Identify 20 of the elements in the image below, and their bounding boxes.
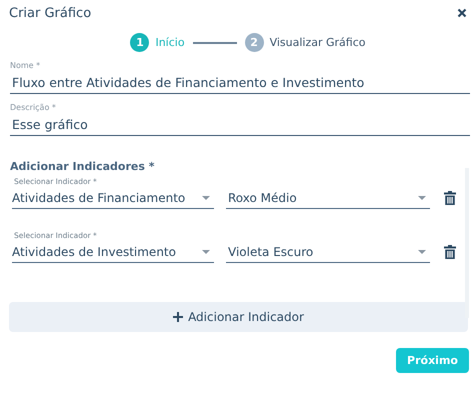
caret-icon — [418, 250, 426, 254]
field-label: Nome * — [10, 61, 42, 70]
section-title: Adicionar Indicadores * — [10, 160, 156, 173]
indicator-select[interactable]: Atividades de Investimento — [12, 240, 214, 263]
color-select[interactable]: Roxo Médio — [226, 186, 430, 209]
step-label[interactable]: Visualizar Gráfico — [270, 36, 366, 49]
trash-icon[interactable] — [444, 190, 456, 204]
dialog-title: Criar Gráfico — [9, 6, 92, 20]
plus-icon — [173, 312, 184, 322]
caret-icon — [418, 196, 426, 200]
field-label: Descrição * — [10, 103, 57, 112]
text-field[interactable]: Esse gráfico — [10, 112, 470, 136]
indicator-select[interactable]: Atividades de Financiamento — [12, 186, 214, 209]
caret-icon — [202, 196, 210, 200]
close-icon[interactable] — [457, 8, 467, 18]
text-field[interactable]: Fluxo entre Atividades de Financiamento e Investimento — [10, 70, 470, 94]
add-indicator-button[interactable]: Adicionar Indicador — [9, 302, 468, 332]
color-select[interactable]: Violeta Escuro — [226, 240, 430, 263]
caret-icon — [202, 250, 210, 254]
trash-icon[interactable] — [444, 244, 456, 258]
